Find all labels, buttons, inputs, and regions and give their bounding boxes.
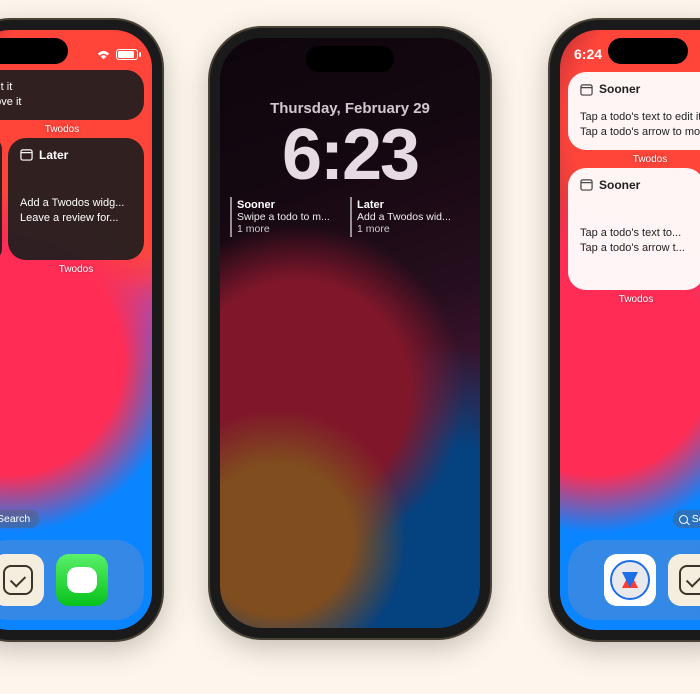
app-messages[interactable] bbox=[56, 554, 108, 606]
wifi-icon bbox=[96, 49, 111, 60]
lock-widget-title: Sooner bbox=[237, 199, 344, 211]
lock-widget-line: Swipe a todo to m... bbox=[237, 211, 344, 223]
lock-widget-more: 1 more bbox=[357, 223, 464, 235]
widget-small-dark-cut[interactable] bbox=[0, 138, 2, 260]
battery-icon bbox=[116, 49, 138, 60]
lock-widget-more: 1 more bbox=[237, 223, 344, 235]
app-twodos[interactable] bbox=[668, 554, 700, 606]
lock-widget-title: Later bbox=[357, 199, 464, 211]
spotlight-search[interactable]: Search bbox=[673, 510, 700, 528]
lock-time: 6:23 bbox=[220, 119, 480, 191]
widget-medium-light[interactable]: Sooner Tap a todo's text to edit it Tap … bbox=[568, 72, 700, 150]
widget-medium-dark[interactable]: edit it move it Twodos bbox=[0, 70, 144, 120]
phone-center-lockscreen: Thursday, February 29 6:23 Sooner Swipe … bbox=[210, 28, 490, 638]
lock-widget-line: Add a Twodos wid... bbox=[357, 211, 464, 223]
lock-date: Thursday, February 29 bbox=[220, 100, 480, 117]
lock-screen: Thursday, February 29 6:23 Sooner Swipe … bbox=[220, 100, 480, 237]
messages-icon bbox=[67, 567, 97, 593]
search-label: Search bbox=[692, 513, 700, 525]
widget-line: Leave a review for... bbox=[20, 211, 132, 226]
widget-title: Later bbox=[39, 148, 68, 162]
spotlight-search[interactable]: Search bbox=[0, 510, 39, 528]
widget-app-label: Twodos bbox=[8, 264, 144, 275]
app-twodos[interactable] bbox=[0, 554, 44, 606]
calendar-icon bbox=[580, 178, 593, 191]
widget-line: Tap a todo's text to edit it bbox=[580, 110, 700, 125]
widget-line: Tap a todo's arrow to move it bbox=[580, 125, 700, 140]
twodos-icon bbox=[679, 565, 700, 595]
calendar-icon bbox=[20, 148, 33, 161]
dock bbox=[0, 540, 144, 620]
lock-widget-later[interactable]: Later Add a Twodos wid... 1 more bbox=[350, 197, 470, 237]
widget-line: Add a Twodos widg... bbox=[20, 196, 132, 211]
status-time: 6:24 bbox=[574, 46, 602, 62]
widget-stack-dark: edit it move it Twodos Later Add a Twodo… bbox=[0, 70, 144, 278]
widget-line: move it bbox=[0, 95, 132, 110]
dynamic-island bbox=[306, 46, 394, 72]
phone-left: edit it move it Twodos Later Add a Twodo… bbox=[0, 20, 162, 640]
widget-app-label: Twodos bbox=[568, 294, 700, 305]
safari-icon bbox=[610, 560, 650, 600]
dynamic-island bbox=[0, 38, 68, 64]
twodos-icon bbox=[3, 565, 33, 595]
widget-app-label: Twodos bbox=[568, 154, 700, 165]
widget-line: Tap a todo's arrow t... bbox=[580, 241, 692, 256]
lock-widgets-row: Sooner Swipe a todo to m... 1 more Later… bbox=[220, 197, 480, 237]
widget-app-label: Twodos bbox=[0, 124, 144, 135]
widget-title: Sooner bbox=[599, 82, 640, 96]
dock bbox=[568, 540, 700, 620]
search-label: Search bbox=[0, 513, 30, 525]
widget-line: edit it bbox=[0, 80, 132, 95]
widget-line: Tap a todo's text to... bbox=[580, 226, 692, 241]
calendar-icon bbox=[580, 83, 593, 96]
phone-right: 6:24 Sooner Tap a todo's text to edit it… bbox=[550, 20, 700, 640]
widget-stack-light: Sooner Tap a todo's text to edit it Tap … bbox=[568, 72, 700, 308]
widget-title: Sooner bbox=[599, 178, 640, 192]
app-safari[interactable] bbox=[604, 554, 656, 606]
widget-small-light[interactable]: Sooner Tap a todo's text to... Tap a tod… bbox=[568, 168, 700, 290]
widget-small-dark[interactable]: Later Add a Twodos widg... Leave a revie… bbox=[8, 138, 144, 260]
lock-widget-sooner[interactable]: Sooner Swipe a todo to m... 1 more bbox=[230, 197, 350, 237]
dynamic-island bbox=[608, 38, 688, 64]
search-icon bbox=[679, 515, 688, 524]
